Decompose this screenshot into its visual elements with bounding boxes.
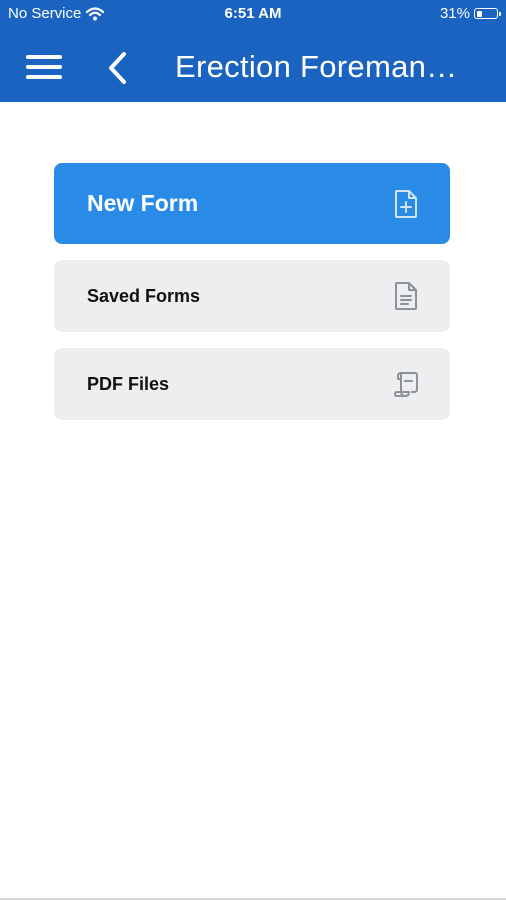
back-button[interactable] — [104, 50, 132, 86]
battery-icon — [474, 8, 501, 19]
hamburger-menu-icon — [26, 55, 62, 79]
app-header: No Service 6:51 AM 31% Erection Foreman… — [0, 0, 506, 102]
menu-button[interactable] — [26, 52, 62, 82]
new-form-button[interactable]: New Form — [54, 163, 450, 244]
file-text-icon — [395, 282, 417, 310]
clock-text: 6:51 AM — [224, 5, 282, 22]
scroll-document-icon — [394, 372, 418, 397]
pdf-files-button[interactable]: PDF Files — [54, 348, 450, 420]
chevron-left-icon — [109, 52, 126, 84]
menu-list: New Form Saved Forms PDF Files — [54, 163, 450, 436]
battery-level-fill — [476, 10, 483, 17]
battery-percent-text: 31% — [439, 5, 470, 22]
new-form-label: New Form — [87, 190, 199, 216]
pdf-files-label: PDF Files — [87, 373, 170, 394]
status-right: 31% — [439, 5, 501, 22]
saved-forms-label: Saved Forms — [87, 285, 201, 306]
saved-forms-button[interactable]: Saved Forms — [54, 260, 450, 332]
page-title: Erection Foreman… — [175, 49, 458, 84]
status-bar: No Service 6:51 AM 31% — [0, 0, 506, 28]
navigation-bar: Erection Foreman… — [0, 34, 506, 100]
file-plus-icon — [395, 189, 417, 218]
